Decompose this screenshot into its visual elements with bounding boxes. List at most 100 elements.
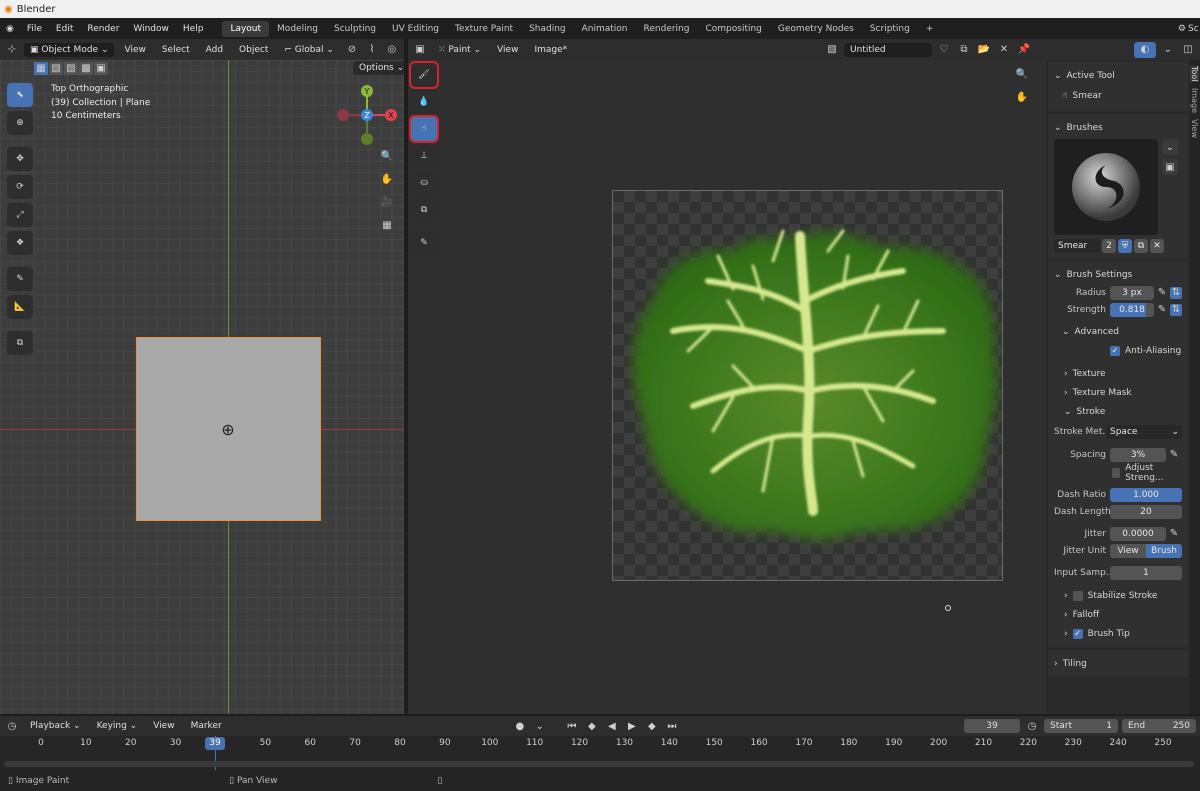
menu-edit[interactable]: Edit (49, 24, 80, 34)
camera-icon[interactable]: 🎥 (379, 194, 395, 210)
stabilize-stroke-subpanel-header[interactable]: › Stabilize Stroke (1054, 586, 1182, 605)
3d-viewport[interactable]: ▦ ▧ ▨ ▩ ▣ Options ⌄ Top Orthographic (39… (0, 60, 404, 714)
image-menu-image[interactable]: Image* (528, 43, 573, 57)
marker-menu[interactable]: Marker (185, 719, 228, 733)
keyframe-dropdown-icon[interactable]: ⌄ (532, 718, 548, 734)
record-icon[interactable]: ● (512, 718, 528, 734)
brushes-header[interactable]: ⌄ Brushes (1054, 118, 1182, 137)
play-icon[interactable]: ▶ (624, 718, 640, 734)
pan-hand-icon[interactable]: ✋ (1014, 89, 1030, 105)
tab-geometry-nodes[interactable]: Geometry Nodes (770, 21, 862, 37)
fake-user-icon[interactable]: ♡ (936, 42, 952, 58)
gizmo-neg-x-ball[interactable] (337, 109, 349, 121)
pan-hand-icon[interactable]: ✋ (379, 171, 395, 187)
tab-view[interactable]: View (1190, 119, 1199, 138)
timeline-editor-type-icon[interactable]: ◷ (4, 718, 20, 734)
jump-start-icon[interactable]: ⏮ (564, 718, 580, 734)
select-box-tool[interactable]: ⬉ (7, 83, 33, 107)
blender-menu-icon[interactable]: ◉ (6, 24, 14, 34)
advanced-subpanel-header[interactable]: ⌄ Advanced (1054, 322, 1182, 341)
pressure-icon[interactable]: ✎ (1154, 302, 1170, 318)
gizmo-toggle-icon[interactable]: ◐ (1134, 41, 1156, 58)
brush-list-dropdown-icon[interactable]: ⌄ (1162, 139, 1178, 155)
image-name-field[interactable]: Untitled (844, 42, 932, 57)
tab-rendering[interactable]: Rendering (636, 21, 698, 37)
spacing-field[interactable]: 3% (1110, 447, 1166, 462)
anti-aliasing-checkbox[interactable]: ✓ Anti-Aliasing (1054, 341, 1182, 360)
navigation-gizmo[interactable]: Y X Z (330, 82, 400, 152)
pin-icon[interactable]: 📌 (1016, 42, 1032, 58)
image-editor-canvas-area[interactable]: 🖌 💧 ☝ ⊥ ⛀ ⧉ ✎ 🔍 ✋ (408, 60, 1046, 714)
checkbox-unchecked-icon[interactable] (1072, 590, 1083, 601)
cursor-tool[interactable]: ⊕ (7, 111, 33, 135)
3d-cursor-icon[interactable]: ⊕ (218, 419, 238, 439)
select-difference-icon[interactable]: ▩ (79, 62, 93, 75)
sidebar-toggle-icon[interactable]: ◫ (1180, 42, 1196, 58)
timeline-view-menu[interactable]: View (147, 719, 180, 733)
draw-tool[interactable]: 🖌 (409, 61, 439, 89)
active-tool-row[interactable]: ☝ Smear (1054, 85, 1182, 107)
tab-animation[interactable]: Animation (574, 21, 636, 37)
move-tool[interactable]: ✥ (7, 147, 33, 171)
end-frame-field[interactable]: End 250 (1122, 719, 1196, 733)
falloff-subpanel-header[interactable]: › Falloff (1054, 605, 1182, 624)
annotate-tool-2d[interactable]: ✎ (411, 231, 437, 255)
jump-end-icon[interactable]: ⏭ (664, 718, 680, 734)
image-browse-icon[interactable]: ▧ (824, 42, 840, 58)
snap-icon[interactable]: ⌇ (364, 42, 380, 58)
scene-name[interactable]: Sc (1188, 24, 1200, 34)
mask-tool[interactable]: ⧉ (411, 198, 437, 222)
dash-length-field[interactable]: 20 (1110, 504, 1182, 519)
grid-icon[interactable]: ▦ (379, 217, 395, 233)
radius-unit-icon[interactable]: ⇅ (1170, 286, 1182, 299)
add-cube-tool[interactable]: ⧉ (7, 331, 33, 355)
jitter-field[interactable]: 0.0000 (1110, 526, 1166, 541)
texture-subpanel-header[interactable]: › Texture (1054, 364, 1182, 383)
stroke-subpanel-header[interactable]: ⌄ Stroke (1054, 402, 1182, 421)
tab-image[interactable]: Image (1190, 88, 1199, 113)
brush-image-icon[interactable]: ▣ (1162, 159, 1178, 175)
prev-keyframe-icon[interactable]: ◆ (584, 718, 600, 734)
painted-image[interactable] (612, 190, 1003, 581)
tab-compositing[interactable]: Compositing (697, 21, 769, 37)
fake-user-shield-icon[interactable]: ⛨ (1118, 238, 1132, 253)
paint-mode-dropdown[interactable]: ⁙ Paint ⌄ (432, 43, 487, 57)
keying-menu[interactable]: Keying ⌄ (91, 719, 144, 733)
viewport-menu-object[interactable]: Object (233, 43, 274, 57)
image-menu-view[interactable]: View (491, 43, 524, 57)
tab-texture-paint[interactable]: Texture Paint (447, 21, 521, 37)
strength-slider[interactable]: 0.818 (1110, 302, 1154, 317)
add-workspace-button[interactable]: + (918, 21, 942, 37)
tab-modeling[interactable]: Modeling (269, 21, 326, 37)
image-editor-type-icon[interactable]: ▣ (412, 42, 428, 58)
zoom-icon[interactable]: 🔍 (1014, 66, 1030, 82)
texture-mask-subpanel-header[interactable]: › Texture Mask (1054, 383, 1182, 402)
dash-ratio-slider[interactable]: 1.000 (1110, 487, 1182, 502)
smear-tool[interactable]: ☝ (409, 115, 439, 143)
preview-range-icon[interactable]: ◷ (1024, 718, 1040, 734)
pressure-icon[interactable]: ✎ (1166, 526, 1182, 542)
transform-tool[interactable]: ❖ (7, 231, 33, 255)
options-dropdown[interactable]: Options ⌄ (353, 61, 404, 75)
proportional-edit-icon[interactable]: ◎ (384, 42, 400, 58)
new-image-icon[interactable]: ⧉ (956, 42, 972, 58)
select-set-icon[interactable]: ▦ (34, 62, 48, 75)
tab-scripting[interactable]: Scripting (862, 21, 918, 37)
tab-layout[interactable]: Layout (222, 20, 270, 37)
active-tool-header[interactable]: ⌄ Active Tool (1054, 66, 1182, 85)
jitter-unit-view-button[interactable]: View (1110, 543, 1146, 558)
annotate-tool[interactable]: ✎ (7, 267, 33, 291)
brush-settings-header[interactable]: ⌄ Brush Settings (1054, 265, 1182, 284)
menu-window[interactable]: Window (126, 24, 176, 34)
brush-users-count[interactable]: 2 (1102, 238, 1116, 253)
brush-name-field[interactable]: Smear (1054, 238, 1100, 253)
jitter-unit-brush-button[interactable]: Brush (1146, 543, 1182, 558)
menu-help[interactable]: Help (176, 24, 211, 34)
play-reverse-icon[interactable]: ◀ (604, 718, 620, 734)
scale-tool[interactable]: ⤢ (7, 203, 33, 227)
open-image-icon[interactable]: 📂 (976, 42, 992, 58)
pressure-icon[interactable]: ✎ (1154, 285, 1170, 301)
strength-pressure-icon[interactable]: ⇅ (1170, 303, 1182, 316)
input-samples-field[interactable]: 1 (1110, 565, 1182, 580)
playhead-frame-label[interactable]: 39 (205, 737, 225, 750)
